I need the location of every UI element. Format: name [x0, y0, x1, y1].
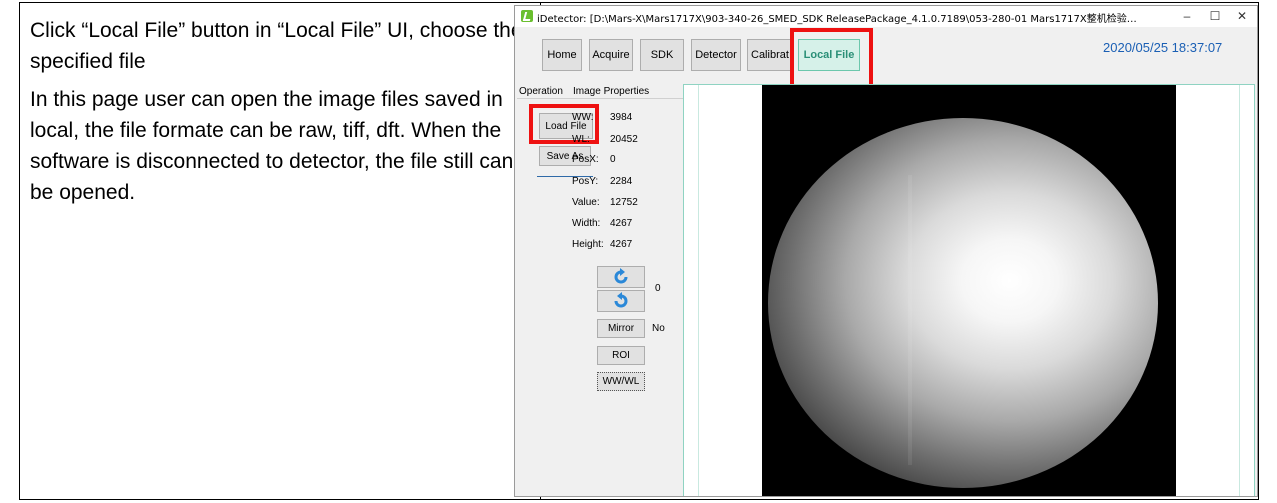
posx-label: PosX:	[572, 154, 599, 165]
ww-label: WW:	[572, 112, 594, 123]
nav-calibrate-button[interactable]: Calibrat	[747, 39, 791, 71]
rotate-counterclockwise-icon	[614, 292, 628, 308]
nav-home-button[interactable]: Home	[542, 39, 582, 71]
viewer-guide-line	[1239, 85, 1240, 496]
viewer-guide-line	[698, 85, 699, 496]
height-label: Height:	[572, 239, 604, 250]
width-label: Width:	[572, 218, 601, 229]
idetector-window: iDetector: [D:\Mars-X\Mars1717X\903-340-…	[514, 5, 1258, 497]
nav-acquire-button[interactable]: Acquire	[589, 39, 633, 71]
nav-sdk-button[interactable]: SDK	[640, 39, 684, 71]
roi-button[interactable]: ROI	[597, 346, 645, 365]
instruction-text: Click “Local File” button in “Local File…	[30, 19, 523, 73]
app-icon	[521, 10, 533, 22]
maximize-button[interactable]: ☐	[1203, 8, 1227, 24]
mirror-value: No	[652, 323, 665, 334]
image-viewer[interactable]	[683, 84, 1255, 496]
wl-label: WL:	[572, 134, 590, 145]
rotate-clockwise-button[interactable]	[597, 266, 645, 288]
highlight-local-file-tab	[790, 28, 873, 88]
wl-value: 20452	[610, 134, 638, 145]
close-button[interactable]: ✕	[1230, 8, 1254, 24]
datetime-display: 2020/05/25 18:37:07	[1103, 40, 1223, 55]
xray-image	[762, 85, 1176, 496]
instruction-cell: Click “Local File” button in “Local File…	[30, 15, 525, 215]
tab-operation[interactable]: Operation	[519, 86, 563, 97]
image-artifact-stripe	[908, 175, 912, 465]
value-label: Value:	[572, 197, 600, 208]
title-bar: iDetector: [D:\Mars-X\Mars1717X\903-340-…	[515, 6, 1257, 27]
ww-value: 3984	[610, 112, 633, 123]
mirror-button[interactable]: Mirror	[597, 319, 645, 338]
height-value: 4267	[610, 239, 633, 250]
rotate-clockwise-icon	[614, 268, 628, 284]
nav-detector-button[interactable]: Detector	[691, 39, 741, 71]
posy-label: PosY:	[572, 176, 599, 187]
value-value: 12752	[610, 197, 638, 208]
window-title: iDetector: [D:\Mars-X\Mars1717X\903-340-…	[537, 14, 1137, 25]
wwwl-button[interactable]: WW/WL	[597, 372, 645, 391]
rotate-counterclockwise-button[interactable]	[597, 290, 645, 312]
description-text: In this page user can open the image fil…	[30, 88, 514, 204]
minimize-button[interactable]: –	[1175, 8, 1199, 24]
width-value: 4267	[610, 218, 633, 229]
posx-value: 0	[610, 154, 616, 165]
tab-image-properties[interactable]: Image Properties	[573, 86, 649, 97]
posy-value: 2284	[610, 176, 633, 187]
tab-divider	[517, 98, 683, 99]
rotation-value: 0	[655, 283, 661, 294]
exposure-field	[768, 118, 1158, 488]
